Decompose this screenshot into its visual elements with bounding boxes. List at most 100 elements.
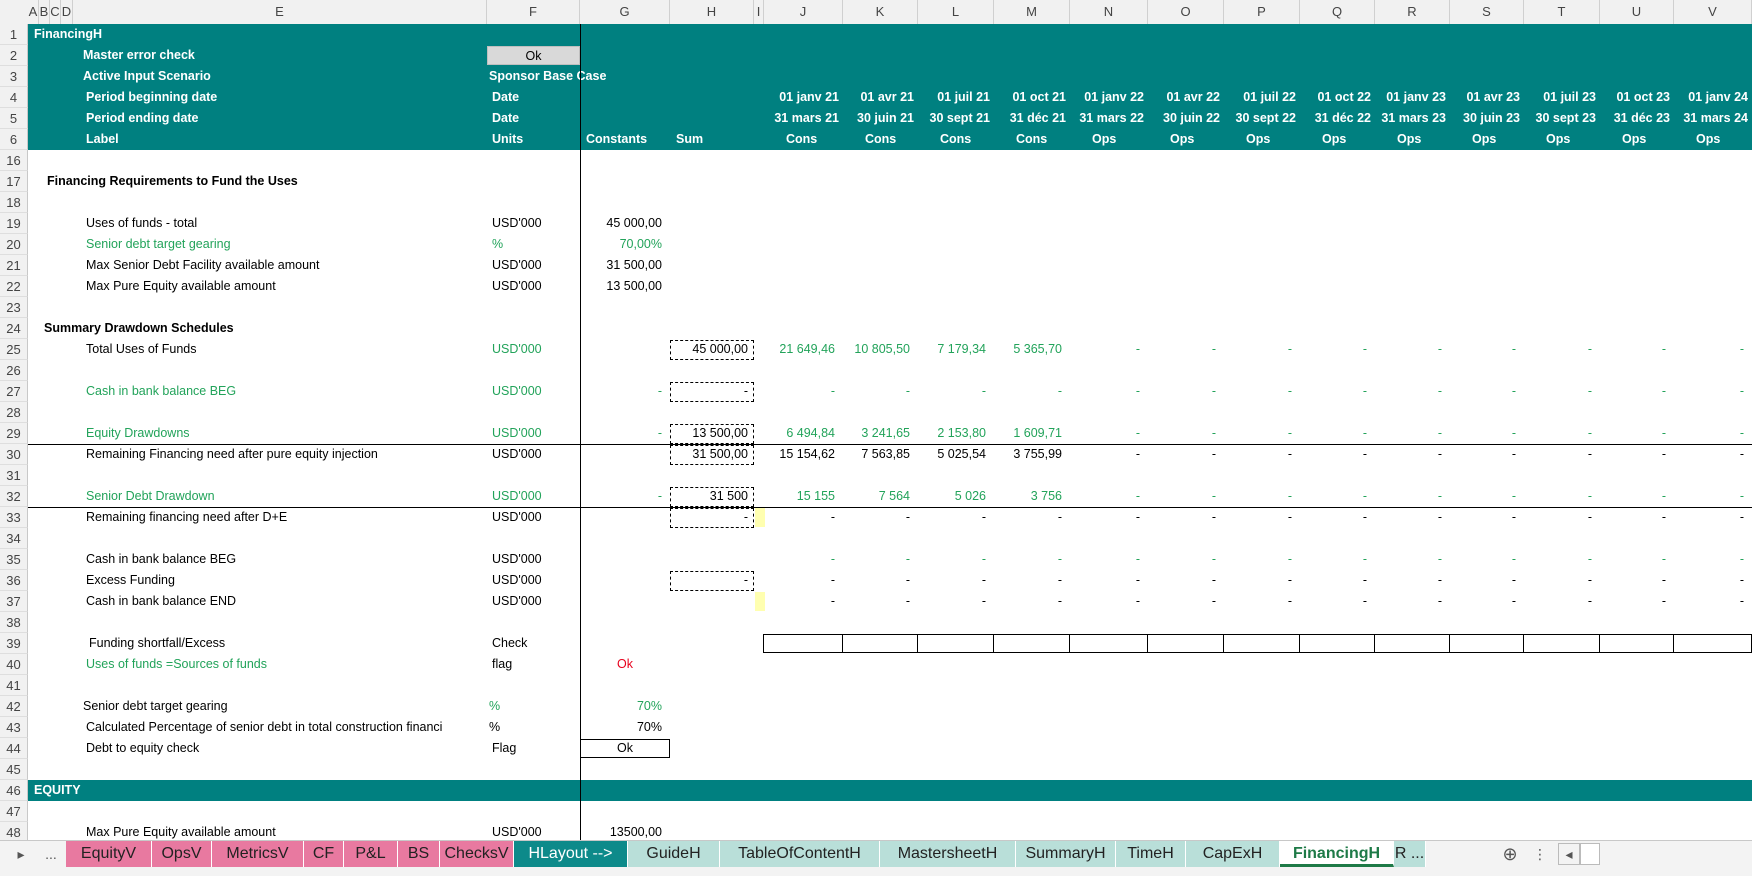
equity_draw-o[interactable]: - — [1148, 423, 1216, 444]
cash_end-k[interactable]: - — [843, 591, 910, 612]
cash_end-t[interactable]: - — [1524, 591, 1592, 612]
cash_end-unit[interactable]: USD'000 — [492, 591, 582, 612]
gearing-constant[interactable]: 70,00% — [580, 234, 662, 255]
row-header-39[interactable]: 39 — [0, 633, 28, 654]
section-equity[interactable]: EQUITY — [34, 780, 234, 801]
max_equity2-constant[interactable]: 13500,00 — [580, 822, 662, 840]
row-header-45[interactable]: 45 — [0, 759, 28, 780]
shortfall-check-o[interactable] — [1147, 634, 1224, 653]
period-begin-label[interactable]: Period beginning date — [86, 87, 386, 108]
shortfall-check-j[interactable] — [763, 634, 843, 653]
column-header-n[interactable]: N — [1070, 0, 1148, 24]
period-label-s[interactable]: Ops — [1472, 129, 1522, 150]
period-label-m[interactable]: Cons — [1016, 129, 1066, 150]
remaining_after_de-o[interactable]: - — [1148, 507, 1216, 528]
row-header-27[interactable]: 27 — [0, 381, 28, 402]
shortfall-check-r[interactable] — [1374, 634, 1450, 653]
cash_beg2-unit[interactable]: USD'000 — [492, 549, 582, 570]
excess-m[interactable]: - — [994, 570, 1062, 591]
period-begin-m[interactable]: 01 oct 21 — [994, 87, 1066, 108]
row-header-4[interactable]: 4 — [0, 87, 28, 108]
units-header[interactable]: Units — [492, 129, 572, 150]
equity_draw-t[interactable]: - — [1524, 423, 1592, 444]
cash_beg2-t[interactable]: - — [1524, 549, 1592, 570]
row-header-17[interactable]: 17 — [0, 171, 28, 192]
total_uses-u[interactable]: - — [1600, 339, 1666, 360]
period-begin-s[interactable]: 01 avr 23 — [1450, 87, 1520, 108]
row-header-36[interactable]: 36 — [0, 570, 28, 591]
excess-unit[interactable]: USD'000 — [492, 570, 582, 591]
total_uses-l[interactable]: 7 179,34 — [918, 339, 986, 360]
cash_end-p[interactable]: - — [1224, 591, 1292, 612]
excess-q[interactable]: - — [1300, 570, 1367, 591]
cash_end-r[interactable]: - — [1375, 591, 1442, 612]
row-header-24[interactable]: 24 — [0, 318, 28, 339]
period-end-o[interactable]: 30 juin 22 — [1148, 108, 1220, 129]
remaining_after_de-u[interactable]: - — [1600, 507, 1666, 528]
cash_beg1-p[interactable]: - — [1224, 381, 1292, 402]
senior_draw-unit[interactable]: USD'000 — [492, 486, 582, 507]
cash_beg2-l[interactable]: - — [918, 549, 986, 570]
period-begin-j[interactable]: 01 janv 21 — [764, 87, 839, 108]
period-begin-n[interactable]: 01 janv 22 — [1070, 87, 1144, 108]
max_equity2-label[interactable]: Max Pure Equity available amount — [86, 822, 486, 840]
row-header-41[interactable]: 41 — [0, 675, 28, 696]
column-header-q[interactable]: Q — [1300, 0, 1375, 24]
remaining_after_de-t[interactable]: - — [1524, 507, 1592, 528]
scroll-left-icon[interactable]: ◂ — [1558, 843, 1580, 865]
row-header-32[interactable]: 32 — [0, 486, 28, 507]
row-header-43[interactable]: 43 — [0, 717, 28, 738]
senior_draw-t[interactable]: - — [1524, 486, 1592, 507]
column-header-h[interactable]: H — [670, 0, 754, 24]
cash_beg2-s[interactable]: - — [1450, 549, 1516, 570]
senior_draw-u[interactable]: - — [1600, 486, 1666, 507]
column-header-c[interactable]: C — [50, 0, 61, 24]
row-header-33[interactable]: 33 — [0, 507, 28, 528]
cash_end-m[interactable]: - — [994, 591, 1062, 612]
column-header-e[interactable]: E — [73, 0, 487, 24]
sheet-tab-hlayout[interactable]: HLayout --> — [514, 841, 628, 867]
excess-p[interactable]: - — [1224, 570, 1292, 591]
period-end-u[interactable]: 31 déc 23 — [1600, 108, 1670, 129]
sheet-tab-checksv[interactable]: ChecksV — [440, 841, 514, 867]
row-header-6[interactable]: 6 — [0, 129, 28, 150]
cash_beg1-r[interactable]: - — [1375, 381, 1442, 402]
period-end-j[interactable]: 31 mars 21 — [764, 108, 839, 129]
column-header-j[interactable]: J — [764, 0, 843, 24]
remaining_after_de-j[interactable]: - — [764, 507, 835, 528]
max_senior-constant[interactable]: 31 500,00 — [580, 255, 662, 276]
row-header-16[interactable]: 16 — [0, 150, 28, 171]
total_uses-j[interactable]: 21 649,46 — [764, 339, 835, 360]
sheet-tab-mastersheeth[interactable]: MastersheetH — [880, 841, 1016, 867]
shortfall-check-q[interactable] — [1299, 634, 1375, 653]
period-begin-o[interactable]: 01 avr 22 — [1148, 87, 1220, 108]
period-end-label[interactable]: Period ending date — [86, 108, 386, 129]
cash_end-label[interactable]: Cash in bank balance END — [86, 591, 486, 612]
uses_total-constant[interactable]: 45 000,00 — [580, 213, 662, 234]
max_equity-constant[interactable]: 13 500,00 — [580, 276, 662, 297]
uses_total-label[interactable]: Uses of funds - total — [86, 213, 486, 234]
remaining_after_eq-label[interactable]: Remaining Financing need after pure equi… — [86, 444, 486, 465]
de_check-unit[interactable]: Flag — [492, 738, 582, 759]
sheet-tab-p-l[interactable]: P&L — [344, 841, 398, 867]
max_senior-label[interactable]: Max Senior Debt Facility available amoun… — [86, 255, 486, 276]
row-header-1[interactable]: 1 — [0, 24, 28, 45]
remaining_after_eq-j[interactable]: 15 154,62 — [764, 444, 835, 465]
remaining_after_eq-o[interactable]: - — [1148, 444, 1216, 465]
constants-header[interactable]: Constants — [586, 129, 666, 150]
senior_draw-k[interactable]: 7 564 — [843, 486, 910, 507]
senior_draw-p[interactable]: - — [1224, 486, 1292, 507]
period-begin-q[interactable]: 01 oct 22 — [1300, 87, 1371, 108]
column-header-u[interactable]: U — [1600, 0, 1674, 24]
period-label-u[interactable]: Ops — [1622, 129, 1672, 150]
shortfall-check-n[interactable] — [1069, 634, 1148, 653]
equity_draw-v[interactable]: - — [1674, 423, 1744, 444]
period-label-r[interactable]: Ops — [1397, 129, 1447, 150]
scroll-tabs-right-icon[interactable]: ▸ — [4, 841, 38, 867]
excess-j[interactable]: - — [764, 570, 835, 591]
period-label-o[interactable]: Ops — [1170, 129, 1220, 150]
row-header-40[interactable]: 40 — [0, 654, 28, 675]
period-begin-p[interactable]: 01 juil 22 — [1224, 87, 1296, 108]
cash_end-j[interactable]: - — [764, 591, 835, 612]
column-header-k[interactable]: K — [843, 0, 918, 24]
